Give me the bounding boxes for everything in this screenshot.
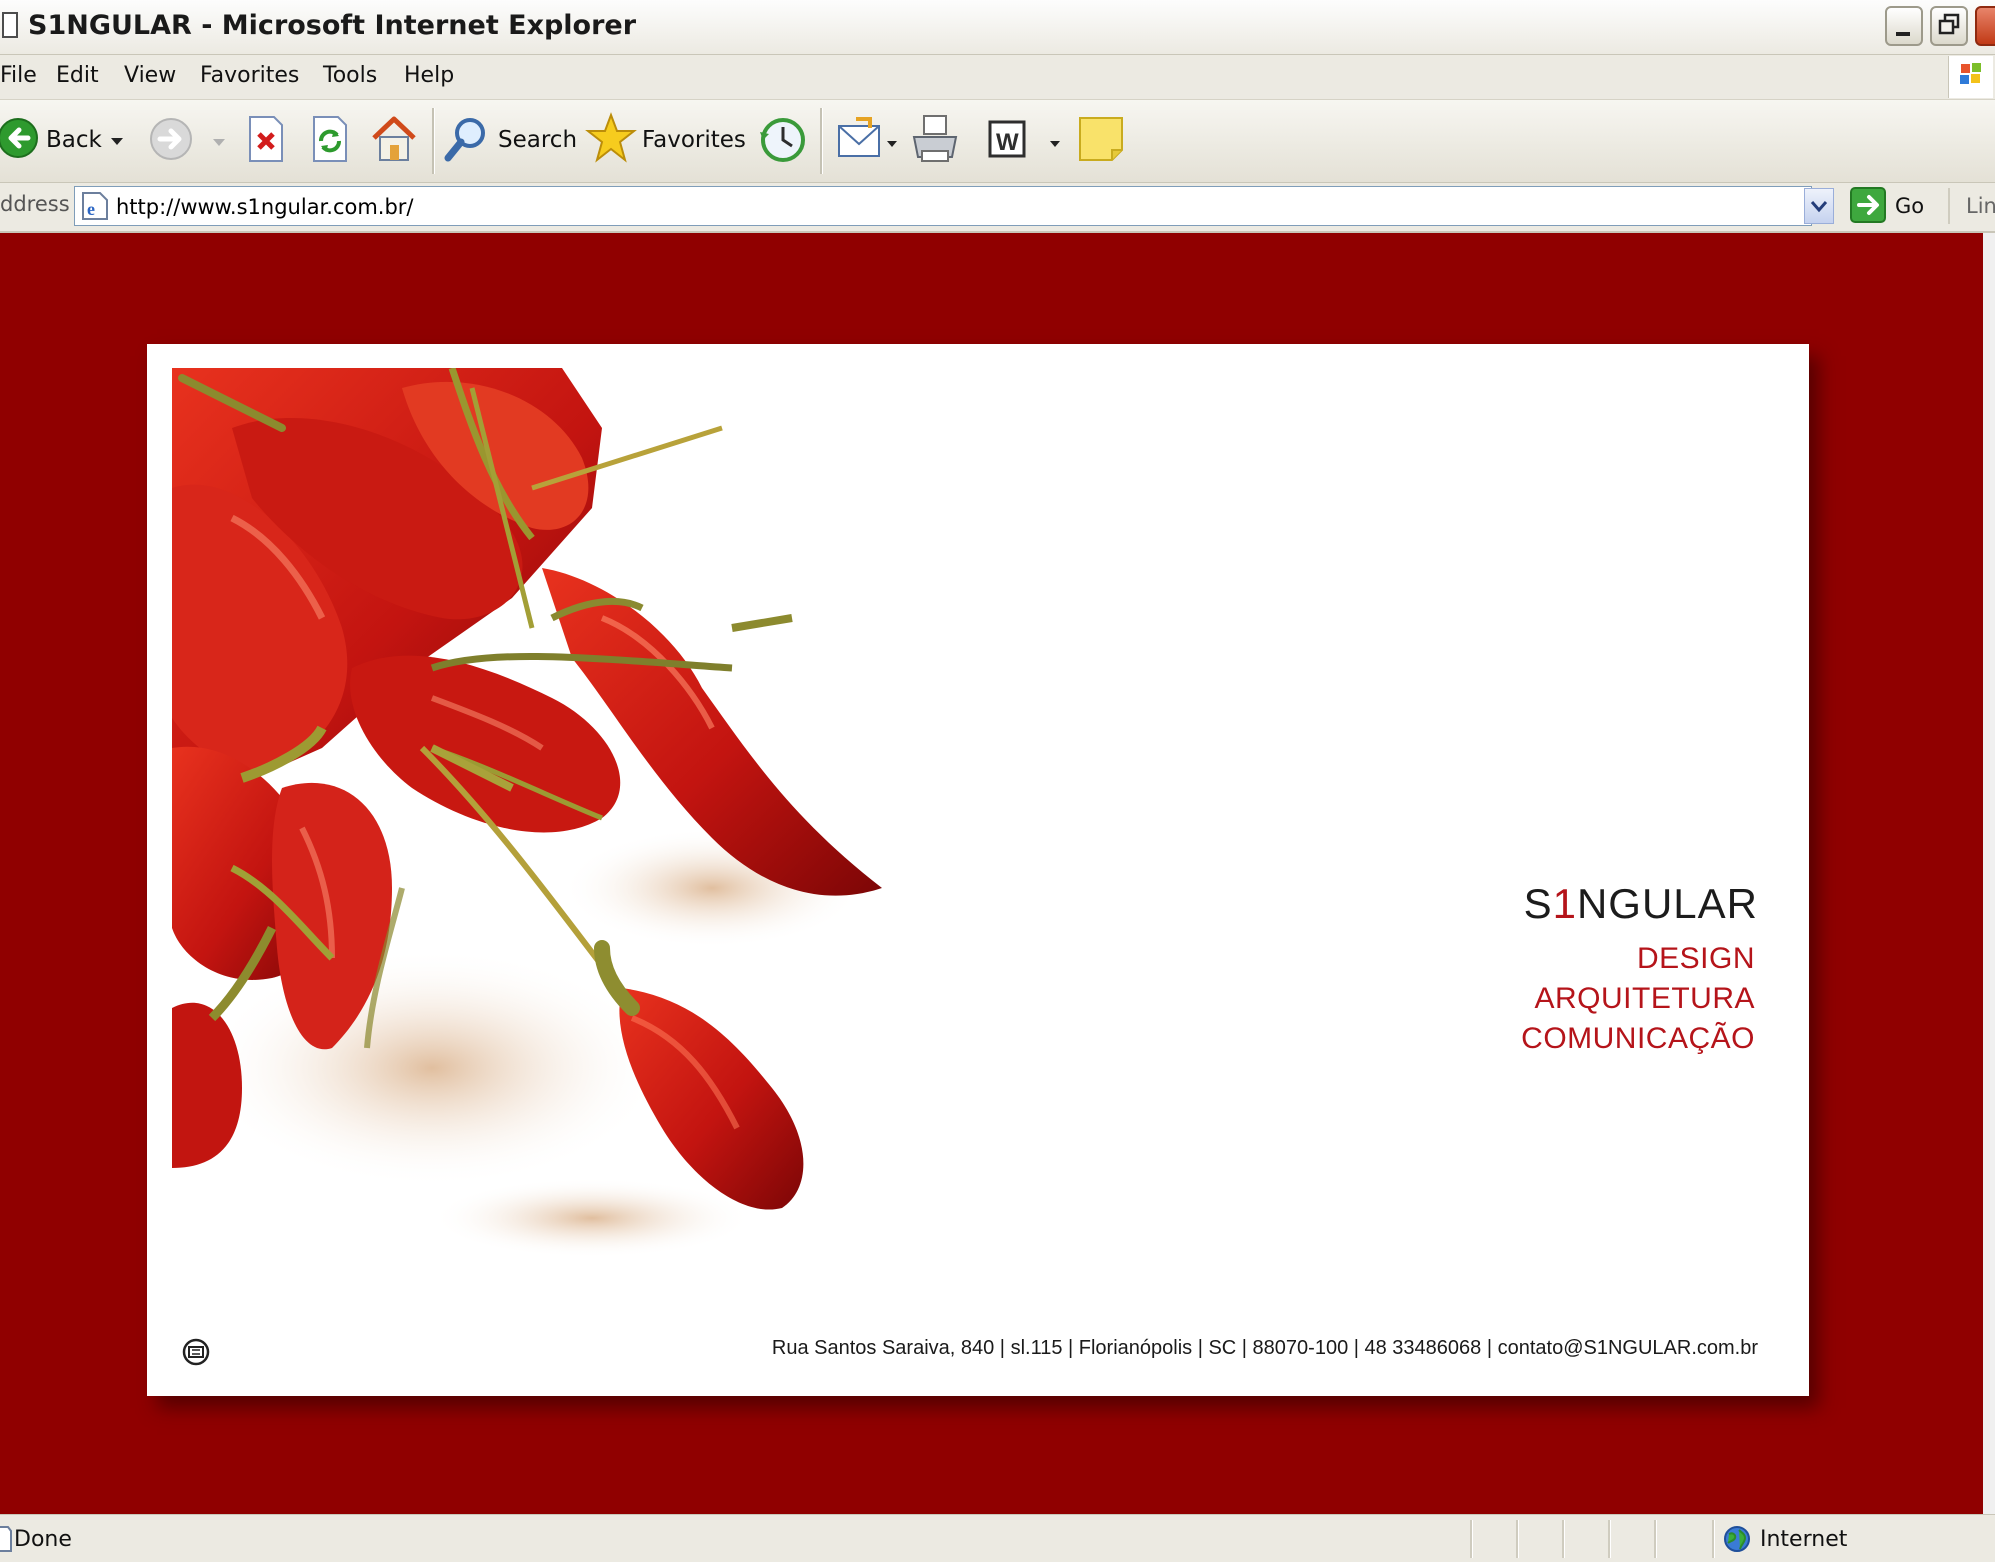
mail-icon [838,117,880,157]
service-arquitetura: ARQUITETURA [1534,982,1755,1015]
status-divider [1712,1520,1715,1558]
minimize-button[interactable] [1885,6,1923,46]
chevron-down-icon [213,139,225,146]
chevron-down-icon [111,138,123,145]
page-icon: e [80,191,110,225]
favorites-label[interactable]: Favorites [642,127,746,153]
brand-logo: S1NGULAR [1524,880,1758,928]
service-comunicacao: COMUNICAÇÃO [1521,1022,1755,1055]
svg-text:W: W [996,129,1019,156]
search-label[interactable]: Search [498,127,577,153]
brand-prefix: S [1523,880,1553,927]
history-icon [760,118,805,162]
restore-icon [1938,13,1960,35]
favorites-button[interactable] [585,112,637,168]
svg-text:e: e [87,199,95,219]
refresh-icon [313,116,347,162]
status-divider [1562,1520,1565,1558]
mail-dropdown[interactable] [886,134,898,153]
toolbar-separator [1948,188,1950,224]
address-dropdown-button[interactable] [1804,188,1834,224]
menu-help[interactable]: Help [404,63,454,88]
forward-arrow-icon [150,118,192,160]
word-icon: W [988,120,1026,158]
service-design: DESIGN [1636,942,1755,975]
chevron-down-icon [1050,141,1060,147]
brand-suffix: NGULAR [1576,880,1758,927]
refresh-button[interactable] [310,115,350,167]
page-status-icon [0,1525,12,1557]
windows-logo-icon [1948,56,1993,98]
restore-button[interactable] [1930,6,1968,46]
footer-contact-address: Rua Santos Saraiva, 840 | sl.115 | Flori… [771,1337,1758,1359]
close-button[interactable] [1975,6,1995,46]
back-label[interactable]: Back [46,127,102,153]
menu-file[interactable]: File [0,63,37,88]
ie-page-icon: e [82,192,108,220]
chevron-down-icon [887,141,897,147]
history-button[interactable] [758,115,808,169]
vertical-scrollbar[interactable] [1983,233,1995,1514]
address-label: ddress [0,192,70,216]
forward-history-dropdown[interactable] [212,133,226,152]
home-icon [372,116,416,161]
printer-icon [912,115,958,162]
edit-with-word-button[interactable]: W [988,120,1028,164]
back-arrow-icon [0,118,38,158]
menu-view[interactable]: View [124,63,176,88]
window-title: S1NGULAR - Microsoft Internet Explorer [28,10,637,41]
status-divider [1608,1520,1611,1558]
chevron-down-icon [1810,201,1828,213]
forward-button[interactable] [148,116,194,166]
stop-button[interactable] [246,115,286,167]
security-zone-label: Internet [1760,1527,1848,1552]
search-icon [444,118,485,162]
badge-icon [181,1337,211,1367]
back-button[interactable] [0,116,40,164]
status-text: Done [14,1527,72,1552]
star-icon [585,112,637,163]
internet-zone-icon [1723,1525,1751,1553]
stop-icon [249,116,283,162]
chili-peppers-image [172,368,882,1258]
print-button[interactable] [910,113,960,169]
go-arrow-icon [1850,187,1886,223]
status-divider [1470,1520,1473,1558]
toolbar-separator [820,108,823,174]
toolbar-separator [432,108,435,174]
home-button[interactable] [370,114,418,168]
menu-edit[interactable]: Edit [56,63,99,88]
mail-button[interactable] [836,116,884,166]
brand-highlight: 1 [1552,880,1577,927]
search-button[interactable] [442,114,492,168]
edit-dropdown[interactable] [1049,134,1061,153]
menu-tools[interactable]: Tools [323,63,377,88]
sticky-note-icon [1079,117,1123,161]
go-label[interactable]: Go [1895,194,1924,218]
status-divider [1516,1520,1519,1558]
status-bar [0,1514,1995,1562]
menu-favorites[interactable]: Favorites [200,63,299,88]
notes-button[interactable] [1078,116,1126,168]
links-label[interactable]: Lin [1966,194,1995,218]
back-history-dropdown[interactable] [110,132,124,151]
status-divider [1654,1520,1657,1558]
document-icon [2,12,18,38]
address-value[interactable]: http://www.s1ngular.com.br/ [116,195,414,219]
minimize-icon [1896,32,1910,36]
